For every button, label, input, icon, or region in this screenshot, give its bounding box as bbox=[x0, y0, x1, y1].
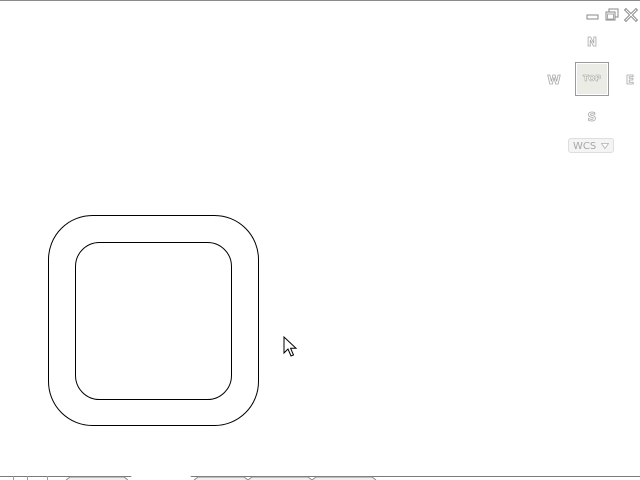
ucs-menu-label: WCS bbox=[573, 141, 597, 152]
inner-rounded-square[interactable] bbox=[75, 242, 232, 400]
layout-tab-active bbox=[127, 476, 195, 480]
ucs-menu-button[interactable]: WCS bbox=[568, 138, 614, 153]
restore-icon[interactable] bbox=[605, 8, 619, 22]
chevron-down-icon bbox=[601, 143, 609, 149]
viewcube-top-face[interactable]: TOP bbox=[575, 62, 609, 96]
viewcube-face-label: TOP bbox=[582, 74, 602, 84]
viewcube-east-label[interactable]: E bbox=[622, 73, 638, 88]
viewcube-south-label[interactable]: S bbox=[584, 110, 600, 125]
viewcube-north-label[interactable]: N bbox=[584, 35, 600, 50]
viewcube-west-label[interactable]: W bbox=[546, 73, 562, 88]
drawing-canvas[interactable] bbox=[0, 0, 640, 480]
minimize-icon[interactable] bbox=[586, 8, 600, 22]
outer-rounded-square[interactable] bbox=[48, 215, 259, 426]
close-icon[interactable] bbox=[624, 8, 638, 22]
layout-tab-strip[interactable] bbox=[0, 476, 640, 480]
drawing-viewport[interactable]: N S W E TOP WCS bbox=[0, 0, 640, 480]
arrow-cursor-icon bbox=[283, 336, 298, 357]
